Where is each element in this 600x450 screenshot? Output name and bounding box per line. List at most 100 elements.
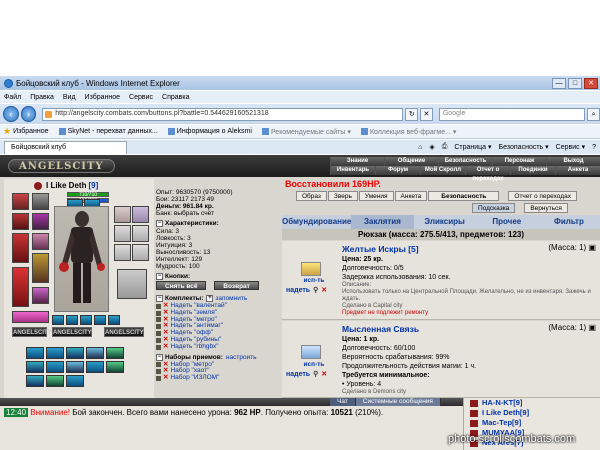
gloves-slot[interactable] bbox=[32, 233, 49, 250]
wear-item-link[interactable]: надеть bbox=[286, 371, 310, 378]
address-input[interactable]: http://angelscity.combats.com/buttons.pl… bbox=[42, 107, 404, 121]
feeds-icon[interactable]: ◈ bbox=[429, 143, 434, 151]
configure-sets-link[interactable]: настроить bbox=[226, 353, 257, 362]
spell-slot[interactable] bbox=[66, 375, 84, 387]
favorite-link[interactable]: SkyNet - перехват данных... bbox=[58, 128, 158, 135]
nav-character[interactable]: Персонаж bbox=[492, 157, 546, 166]
menu-file[interactable]: Файл bbox=[4, 94, 21, 101]
collapse-icon[interactable]: − bbox=[156, 273, 163, 280]
skills-button[interactable]: Умения bbox=[358, 191, 394, 201]
use-item-link[interactable]: исп-ть bbox=[296, 277, 332, 284]
spell-slot[interactable] bbox=[26, 375, 44, 387]
amulet-slot[interactable] bbox=[32, 193, 49, 210]
stop-icon[interactable]: ✕ bbox=[420, 107, 433, 121]
spell-slot[interactable] bbox=[26, 361, 44, 373]
shield-slot[interactable] bbox=[114, 206, 131, 223]
favorite-link[interactable]: Рекомендуемые сайты ▾ bbox=[261, 128, 351, 136]
slot-right-2[interactable] bbox=[114, 225, 131, 242]
nav-chat[interactable]: Общение bbox=[384, 157, 438, 166]
favorites-star-icon[interactable]: ★ bbox=[3, 126, 11, 137]
remember-icon[interactable]: + bbox=[206, 295, 214, 302]
slot-right-1[interactable] bbox=[132, 206, 149, 223]
search-input[interactable]: Google bbox=[438, 107, 586, 121]
cmd-safety[interactable]: Безопасность ▾ bbox=[499, 143, 549, 151]
offhand-slot[interactable] bbox=[117, 269, 147, 299]
image-button[interactable]: Образ bbox=[296, 191, 327, 201]
spell-slot[interactable] bbox=[86, 347, 104, 359]
back-game-button[interactable]: Вернуться bbox=[524, 203, 568, 213]
forward-button[interactable]: › bbox=[20, 106, 37, 122]
menu-view[interactable]: Вид bbox=[63, 94, 76, 101]
wear-item-link[interactable]: надеть bbox=[286, 287, 310, 294]
spell-slot[interactable] bbox=[46, 375, 64, 387]
close-button[interactable]: ✕ bbox=[584, 77, 598, 89]
item-name[interactable]: Желтые Искры [5] bbox=[342, 244, 419, 254]
favorites-button[interactable]: Избранное bbox=[13, 128, 48, 135]
return-button[interactable]: Возврат bbox=[214, 281, 259, 290]
help-icon[interactable]: ? bbox=[592, 144, 596, 151]
nav-fights[interactable]: Поединки bbox=[510, 166, 555, 175]
robe-slot[interactable] bbox=[12, 267, 29, 307]
menu-tools[interactable]: Сервис bbox=[129, 94, 153, 101]
nav-security[interactable]: Безопасность bbox=[438, 157, 492, 166]
pet-button[interactable]: Зверь bbox=[327, 191, 358, 201]
use-item-link[interactable]: исп-ть bbox=[296, 361, 332, 368]
favorite-link[interactable]: Информация о Aleksmi bbox=[167, 128, 252, 135]
drop-icon[interactable]: ▣ bbox=[588, 323, 596, 332]
belt-rune-slot[interactable] bbox=[108, 315, 120, 325]
maximize-button[interactable]: □ bbox=[568, 77, 582, 89]
print-icon[interactable]: ⎙ bbox=[442, 143, 448, 151]
profile-button[interactable]: Анкета bbox=[394, 191, 428, 201]
kit-item[interactable]: ✕ Надеть "rbhgbx" bbox=[156, 343, 280, 351]
nav-my-scroll[interactable]: Мой Скролл bbox=[420, 166, 465, 175]
menu-help[interactable]: Справка bbox=[162, 94, 189, 101]
spell-slot[interactable] bbox=[86, 361, 104, 373]
nav-knowledge[interactable]: Знание bbox=[330, 157, 384, 166]
nav-exit[interactable]: Выход bbox=[546, 157, 600, 166]
back-button[interactable]: ‹ bbox=[3, 106, 19, 122]
remove-all-button[interactable]: Снять всё bbox=[156, 281, 207, 290]
nav-transfer-report[interactable]: Отчет о переходах bbox=[465, 166, 510, 182]
belt-slot[interactable] bbox=[32, 287, 49, 304]
security-button[interactable]: Безопасность bbox=[428, 191, 500, 201]
hint-button[interactable]: Подсказка bbox=[472, 203, 516, 213]
weapon-slot[interactable] bbox=[32, 253, 49, 283]
refresh-icon[interactable]: ↻ bbox=[405, 107, 419, 121]
tab-game[interactable]: Бойцовский клуб bbox=[4, 140, 128, 154]
slot-right-3[interactable] bbox=[132, 225, 149, 242]
search-icon[interactable]: ⌕ bbox=[587, 107, 600, 121]
chat-time[interactable]: 12:40 bbox=[4, 408, 29, 417]
belt-rune-slot[interactable] bbox=[52, 315, 64, 325]
cmd-tools[interactable]: Сервис ▾ bbox=[556, 143, 585, 151]
earrings-slot[interactable] bbox=[12, 213, 29, 230]
tab-spells[interactable]: Заклятия bbox=[351, 215, 414, 229]
game-logo[interactable]: ANGELSCITY bbox=[8, 159, 115, 173]
lock-icon[interactable]: ⚲ bbox=[313, 286, 318, 294]
nav-inventory[interactable]: Инвентарь bbox=[330, 166, 375, 175]
spell-slot[interactable] bbox=[66, 347, 84, 359]
lock-icon[interactable]: ⚲ bbox=[313, 370, 318, 378]
nav-forum[interactable]: Форум bbox=[375, 166, 420, 175]
spell-slot[interactable] bbox=[46, 361, 64, 373]
delete-item-icon[interactable]: ✕ bbox=[321, 286, 327, 294]
collapse-icon[interactable]: − bbox=[156, 295, 163, 302]
set-item[interactable]: ✕ Набор "ИЗЛОМ" bbox=[156, 374, 280, 382]
tab-system-messages[interactable]: Системные сообщения bbox=[355, 398, 441, 406]
cmd-page[interactable]: Страница ▾ bbox=[454, 143, 491, 151]
tab-elixirs[interactable]: Эликсиры bbox=[414, 215, 476, 229]
belt-rune-slot[interactable] bbox=[94, 315, 106, 325]
spell-slot[interactable] bbox=[106, 347, 124, 359]
home-icon[interactable]: ⌂ bbox=[418, 144, 422, 151]
online-player[interactable]: I Like Deth[9] bbox=[464, 408, 600, 418]
tab-equipment[interactable]: Обмундирование bbox=[282, 215, 351, 229]
tab-chat[interactable]: Чат bbox=[330, 398, 356, 406]
menu-favorites[interactable]: Избранное bbox=[85, 94, 120, 101]
spell-slot[interactable] bbox=[46, 347, 64, 359]
armor-slot[interactable] bbox=[12, 233, 29, 263]
characteristics-header[interactable]: − Характеристики: bbox=[156, 219, 280, 228]
drop-icon[interactable]: ▣ bbox=[588, 243, 596, 252]
item-name[interactable]: Мысленная Связь bbox=[342, 324, 419, 334]
buttons-header[interactable]: − Кнопки: bbox=[156, 272, 280, 281]
delete-icon[interactable]: ✕ bbox=[163, 343, 168, 351]
stat-bank[interactable]: Банк: выбрать счёт bbox=[156, 210, 280, 217]
